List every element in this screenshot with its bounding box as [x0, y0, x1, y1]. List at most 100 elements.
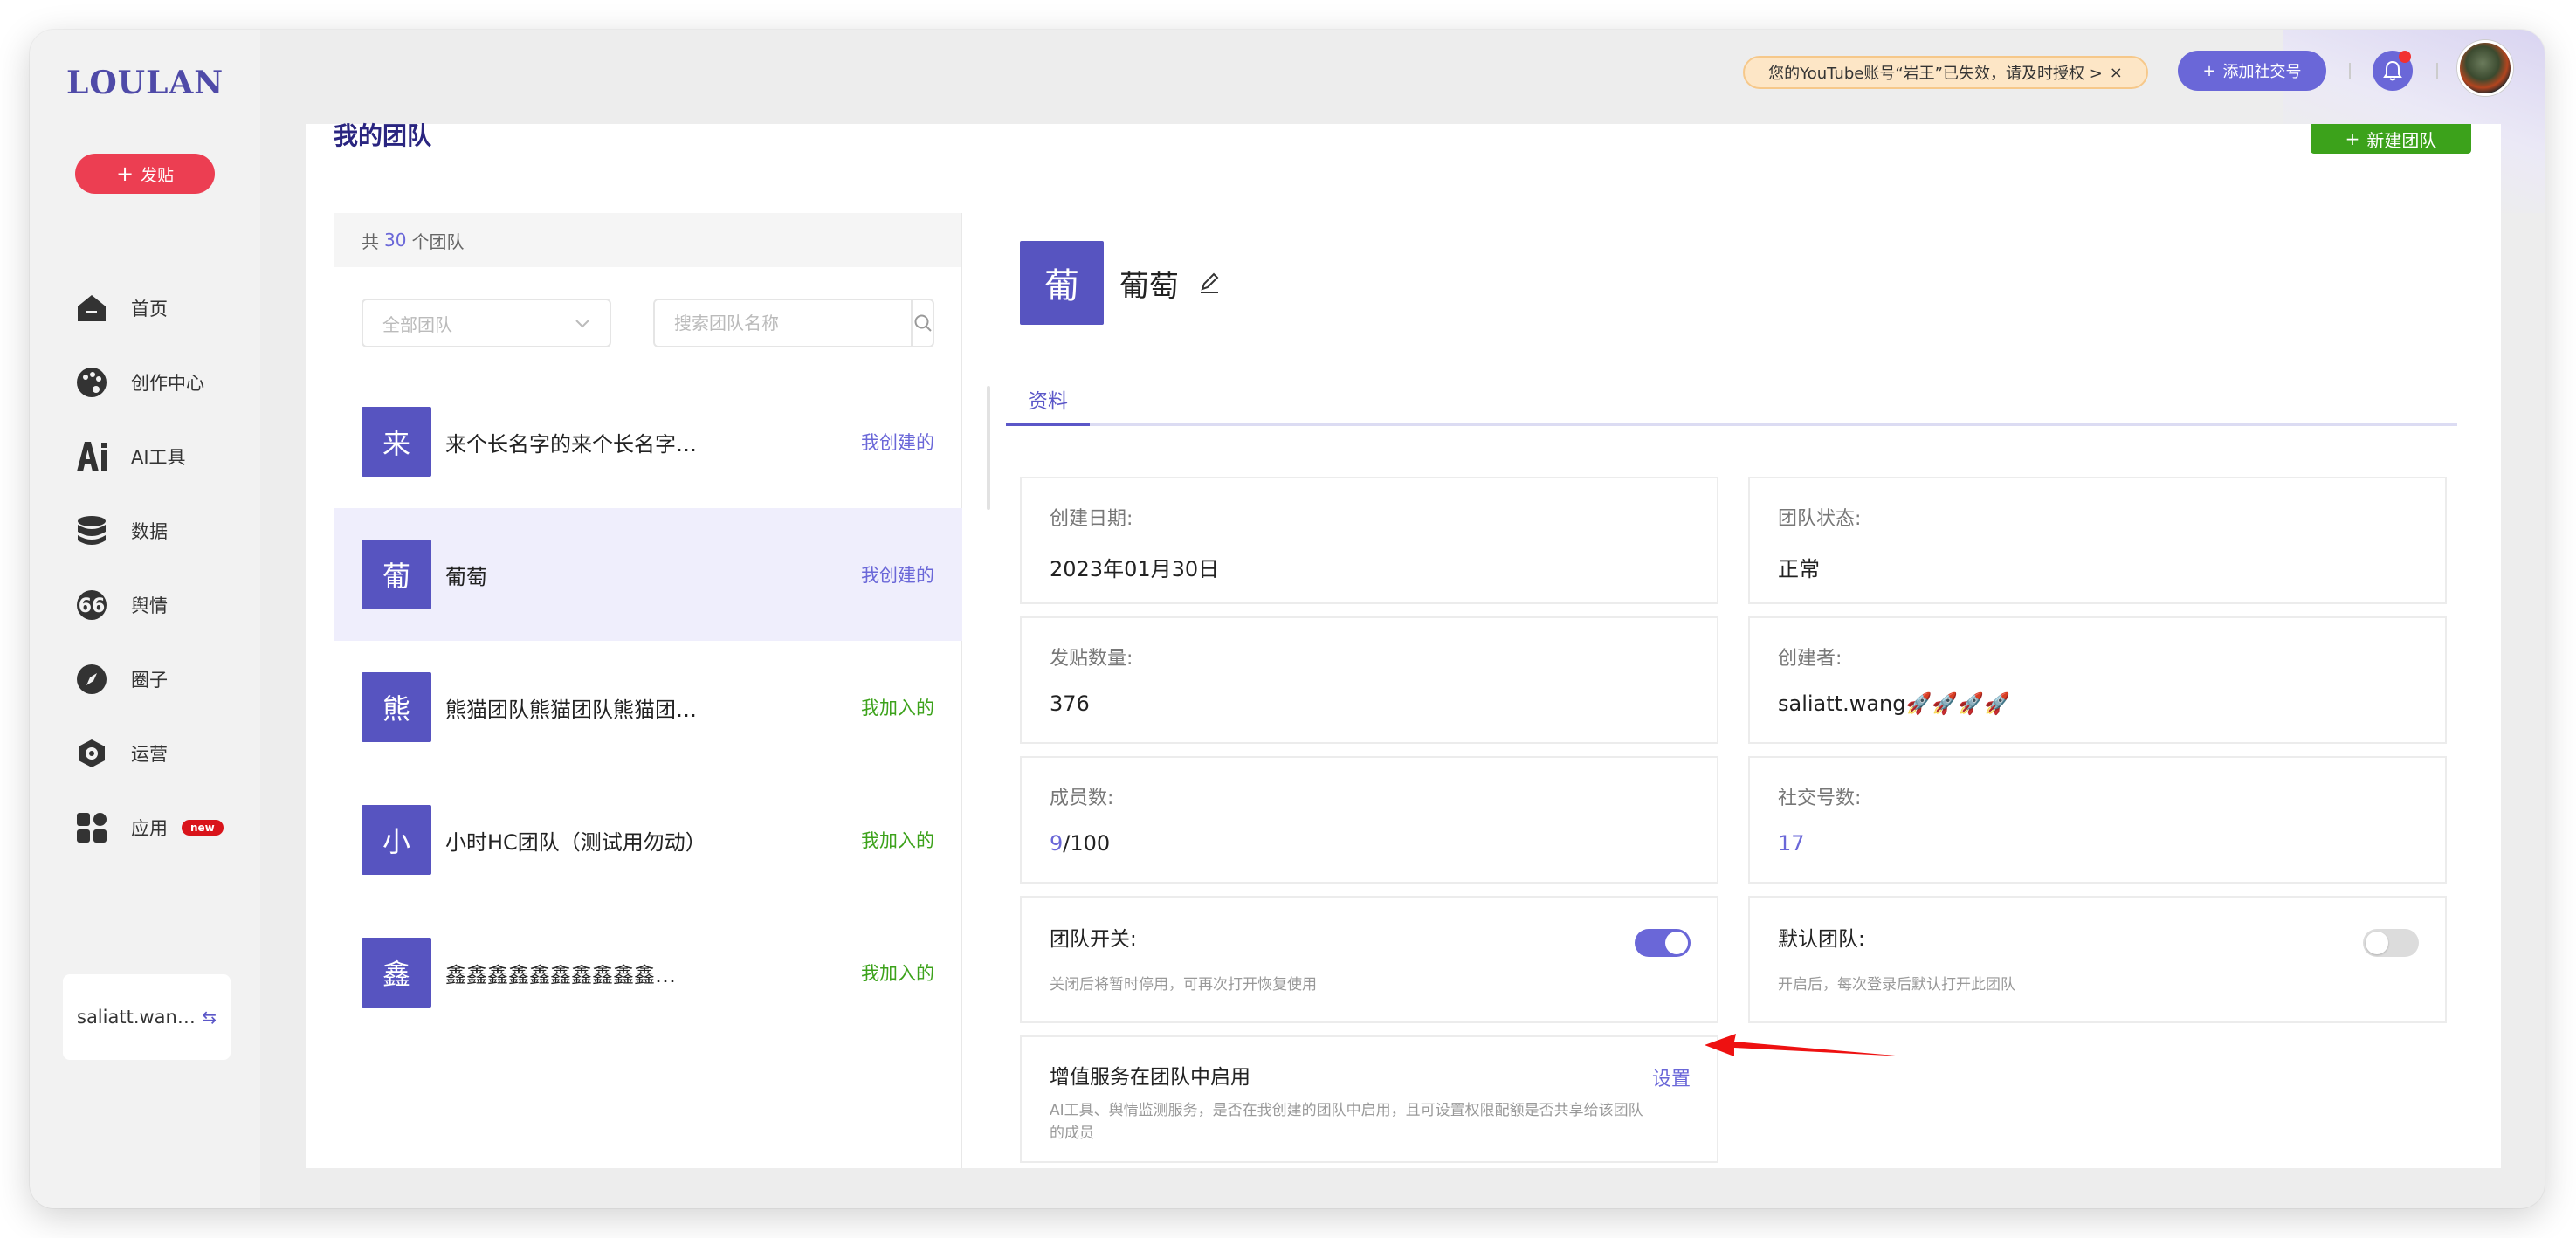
plus-icon: +	[115, 162, 134, 186]
notification-button[interactable]	[2373, 51, 2413, 91]
sidebar-item-circles[interactable]: 圈子	[75, 642, 224, 716]
toggle-knob	[1665, 932, 1688, 954]
members-label: 成员数:	[1050, 788, 1114, 809]
team-list-item[interactable]: 熊 熊猫团队熊猫团队熊猫团… 我加入的	[334, 641, 962, 774]
team-name: 鑫鑫鑫鑫鑫鑫鑫鑫鑫鑫…	[445, 962, 676, 987]
sidebar-item-home[interactable]: 首页	[75, 271, 224, 345]
team-list-item[interactable]: 来 来个长名字的来个长名字… 我创建的	[334, 375, 962, 508]
team-count: 共 30 个团队	[334, 213, 961, 267]
close-icon[interactable]: ×	[2110, 64, 2123, 82]
team-list-item-selected[interactable]: 葡 葡萄 我创建的	[334, 508, 962, 641]
search-input[interactable]	[655, 300, 911, 346]
members-value: 9/100	[1050, 831, 1689, 856]
divider	[2349, 63, 2351, 79]
edit-icon[interactable]	[1198, 272, 1221, 294]
sidebar-item-label: 创作中心	[131, 372, 204, 394]
sidebar-item-data[interactable]: 数据	[75, 493, 224, 567]
team-role: 我加入的	[861, 963, 934, 984]
tab-profile[interactable]: 资料	[1006, 375, 1090, 426]
creator-value: saliatt.wang🚀🚀🚀🚀	[1778, 691, 2011, 716]
user-avatar[interactable]	[2457, 40, 2513, 96]
sidebar-item-creation[interactable]: 创作中心	[75, 345, 224, 419]
plus-icon: +	[2345, 128, 2360, 149]
team-avatar-large: 葡	[1020, 241, 1104, 325]
count-number: 30	[384, 230, 407, 251]
sidebar: LOULAN + 发贴 首页 创作中心 AI工具 数据 66 舆情 圈子 运营 …	[30, 30, 260, 1208]
svg-text:66: 66	[79, 595, 106, 617]
bell-icon	[2383, 60, 2402, 81]
select-value: 全部团队	[382, 313, 452, 335]
sidebar-item-operations[interactable]: 运营	[75, 716, 224, 790]
team-title: 葡萄	[1119, 268, 1179, 304]
team-list-item[interactable]: 鑫 鑫鑫鑫鑫鑫鑫鑫鑫鑫鑫… 我加入的	[334, 906, 962, 1039]
sidebar-nav: 首页 创作中心 AI工具 数据 66 舆情 圈子 运营 应用 new	[75, 271, 224, 864]
sidebar-item-label: 运营	[131, 743, 168, 765]
team-list-panel: 共 30 个团队 全部团队 来 来个长名字的来	[334, 213, 962, 1168]
team-header: 葡 葡萄	[1020, 241, 2469, 325]
quote-icon: 66	[75, 588, 108, 622]
members-current[interactable]: 9	[1050, 831, 1063, 856]
sidebar-item-label: AI工具	[131, 446, 186, 468]
chevron-down-icon	[575, 320, 589, 328]
palette-icon	[75, 366, 108, 399]
team-avatar: 熊	[362, 672, 431, 742]
team-avatar: 葡	[362, 540, 431, 609]
database-icon	[75, 514, 108, 547]
add-social-account-button[interactable]: + 添加社交号	[2178, 51, 2326, 91]
post-button-label: 发贴	[141, 165, 175, 185]
sidebar-item-apps[interactable]: 应用 new	[75, 790, 224, 864]
team-list: 来 来个长名字的来个长名字… 我创建的 葡 葡萄 我创建的 熊 熊猫团队熊猫团队…	[334, 375, 962, 1039]
count-suffix: 个团队	[411, 230, 465, 252]
team-switch-toggle[interactable]	[1635, 929, 1691, 957]
account-switcher[interactable]: saliatt.wan… ⇆	[63, 974, 231, 1060]
posts-value: 376	[1050, 691, 1090, 716]
posts-label: 发贴数量:	[1050, 648, 1133, 670]
created-date-card: 创建日期: 2023年01月30日	[1020, 477, 1718, 604]
team-detail: 葡 葡萄 资料 创建日期: 2023年01月30日 团队状态: 正常 发贴数量:…	[1006, 241, 2469, 1163]
value-added-services-card: 增值服务在团队中启用 AI工具、舆情监测服务，是否在我创建的团队中启用，且可设置…	[1020, 1035, 1718, 1163]
created-date-value: 2023年01月30日	[1050, 557, 1220, 581]
new-team-button[interactable]: + 新建团队	[2311, 124, 2471, 154]
list-scrollbar[interactable]	[987, 386, 990, 510]
default-team-label: 默认团队:	[1778, 928, 1865, 951]
created-date-label: 创建日期:	[1050, 508, 1133, 530]
count-prefix: 共	[362, 230, 379, 252]
default-team-card: 默认团队: 开启后，每次登录后默认打开此团队	[1748, 896, 2447, 1023]
default-team-toggle[interactable]	[2363, 929, 2419, 957]
auth-expired-notice[interactable]: 您的YouTube账号“岩王”已失效，请及时授权 > ×	[1743, 56, 2148, 89]
team-role: 我加入的	[861, 830, 934, 851]
vas-settings-link[interactable]: 设置	[1652, 1063, 1691, 1091]
sidebar-item-label: 舆情	[131, 595, 168, 616]
team-name: 来个长名字的来个长名字…	[445, 431, 697, 457]
team-search	[653, 299, 934, 347]
post-button[interactable]: + 发贴	[75, 154, 215, 194]
ai-icon	[75, 440, 108, 473]
team-type-select[interactable]: 全部团队	[362, 299, 611, 347]
team-switch-hint: 关闭后将暂时停用，可再次打开恢复使用	[1050, 976, 1317, 994]
plus-icon: +	[2202, 61, 2216, 80]
vas-hint: AI工具、舆情监测服务，是否在我创建的团队中启用，且可设置权限配额是否共享给该团…	[1050, 1102, 1643, 1142]
operations-icon	[75, 737, 108, 770]
main-panel: 我的团队 + 新建团队 共 30 个团队 全部团队 搜索团队名称 来 来个长名字…	[306, 121, 2501, 1168]
divider	[2436, 63, 2438, 79]
creator-card: 创建者: saliatt.wang🚀🚀🚀🚀	[1748, 616, 2447, 744]
creator-label: 创建者:	[1778, 648, 1842, 670]
sidebar-item-label: 数据	[131, 520, 168, 542]
sidebar-item-ai-tools[interactable]: AI工具	[75, 419, 224, 493]
team-name: 葡萄	[445, 564, 487, 589]
team-avatar: 鑫	[362, 938, 431, 1008]
team-switch-label: 团队开关:	[1050, 928, 1137, 951]
switch-account-icon[interactable]: ⇆	[202, 1007, 217, 1028]
team-list-item[interactable]: 小 小时HC团队（测试用勿动） 我加入的	[334, 774, 962, 906]
sidebar-item-label: 应用	[131, 817, 168, 839]
default-team-hint: 开启后，每次登录后默认打开此团队	[1778, 976, 2015, 994]
team-role: 我创建的	[861, 565, 934, 586]
page-title: 我的团队	[334, 121, 432, 150]
sidebar-item-sentiment[interactable]: 66 舆情	[75, 567, 224, 642]
annotation-arrow-icon	[1705, 1034, 1905, 1056]
search-button[interactable]	[911, 300, 933, 346]
team-name: 熊猫团队熊猫团队熊猫团…	[445, 697, 697, 722]
vas-label: 增值服务在团队中启用	[1050, 1066, 1250, 1089]
team-role: 我创建的	[861, 432, 934, 453]
social-count-value[interactable]: 17	[1778, 831, 2417, 856]
